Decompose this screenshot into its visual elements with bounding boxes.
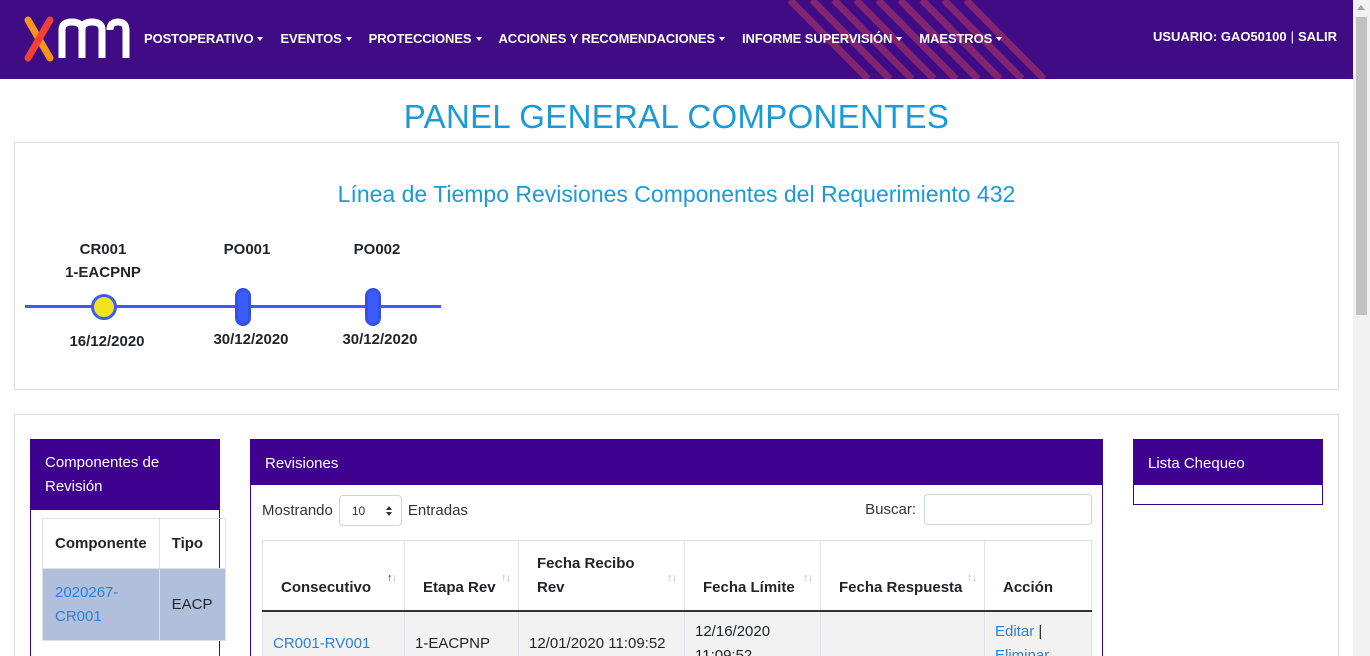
nav-postoperativo[interactable]: POSTOPERATIVO [144, 31, 264, 46]
table-cell: 12/01/2020 11:09:52 [518, 610, 685, 656]
table-row[interactable]: CR001-RV001 1-EACPNP 12/01/2020 11:09:52… [262, 610, 1092, 656]
action-separator: | [1038, 622, 1043, 640]
nav-eventos[interactable]: EVENTOS [280, 31, 352, 46]
revisions-panel-title: Revisiones [251, 440, 1102, 485]
table-cell: Editar | Eliminar [984, 610, 1092, 656]
table-cell: CR001-RV001 [262, 610, 405, 656]
column-header-accion: Acción [984, 540, 1092, 612]
table-cell: 2020267-CR001 [42, 568, 160, 641]
table-cell: 12/16/2020 11:09:52 [684, 610, 821, 656]
components-panel-title: Componentes de Revisión [31, 440, 219, 510]
table-cell: 1-EACPNP [404, 610, 519, 656]
column-header-consecutivo[interactable]: Consecutivo ↑↓ [262, 540, 405, 612]
timeline-point-date: 16/12/2020 [69, 333, 145, 350]
timeline-point-date: 30/12/2020 [342, 331, 418, 348]
checklist-panel: Lista Chequeo [1133, 439, 1323, 505]
caret-down-icon [345, 36, 352, 41]
caret-down-icon [475, 36, 482, 41]
user-label: USUARIO: GAO50100 [1152, 29, 1287, 44]
sort-icon: ↑↓ [967, 571, 977, 584]
select-arrows-icon [385, 505, 392, 516]
caret-down-icon [996, 36, 1003, 41]
main-menu: POSTOPERATIVO EVENTOS PROTECCIONES ACCIO… [144, 31, 1019, 46]
timeline-point-date: 30/12/2020 [213, 331, 289, 348]
timeline-pending-marker[interactable] [235, 288, 251, 326]
show-label: Mostrando [262, 502, 333, 519]
caret-down-icon [719, 36, 726, 41]
edit-link[interactable]: Editar [995, 623, 1034, 640]
xm-logo[interactable] [24, 16, 130, 62]
column-header[interactable]: Tipo [158, 518, 226, 569]
timeline-point-label: PO001 [223, 241, 271, 258]
nav-informe-supervision[interactable]: INFORME SUPERVISIÓN [742, 31, 903, 46]
timeline-pending-marker[interactable] [365, 288, 381, 326]
top-navbar: POSTOPERATIVO EVENTOS PROTECCIONES ACCIO… [0, 0, 1353, 79]
timeline-point-label: PO002 [353, 241, 401, 258]
logout-link[interactable]: SALIR [1298, 29, 1337, 44]
table-cell: EACP [158, 568, 226, 641]
column-header[interactable]: Componente [42, 518, 160, 569]
caret-down-icon [257, 36, 264, 41]
timeline-title: Línea de Tiempo Revisiones Componentes d… [337, 181, 1016, 207]
delete-link[interactable]: Eliminar [995, 647, 1049, 656]
page-size-select[interactable]: 10 [338, 495, 402, 526]
caret-down-icon [896, 36, 903, 41]
components-panel: Componentes de Revisión Componente Tipo … [30, 439, 226, 656]
nav-acciones-recomendaciones[interactable]: ACCIONES Y RECOMENDACIONES [499, 31, 726, 46]
revisions-table: Consecutivo ↑↓ Etapa Rev ↑↓ Fecha Recibo R… [262, 540, 1092, 656]
column-header-fecha-recibo[interactable]: Fecha Recibo Rev ↑↓ [518, 540, 685, 612]
page-title: PANEL GENERAL COMPONENTES [403, 98, 950, 135]
component-link[interactable]: 2020267-CR001 [55, 584, 118, 625]
nav-protecciones[interactable]: PROTECCIONES [369, 31, 482, 46]
table-row[interactable]: 2020267-CR001 EACP [42, 568, 226, 641]
scrollbar-thumb[interactable] [1356, 17, 1367, 315]
components-table: Componente Tipo 2020267-CR001 EACP [42, 518, 226, 641]
timeline-current-marker[interactable] [91, 294, 117, 320]
table-cell [820, 610, 985, 656]
search-control: Buscar: [865, 494, 1092, 525]
column-header-fecha-respuesta[interactable]: Fecha Respuesta ↑↓ [820, 540, 985, 612]
search-label: Buscar: [865, 501, 916, 518]
column-header-fecha-limite[interactable]: Fecha Límite ↑↓ [684, 540, 821, 612]
user-area: USUARIO: GAO50100 | SALIR [1153, 29, 1337, 44]
page-size-control: Mostrando 10 Entradas [262, 495, 468, 526]
revision-link[interactable]: CR001-RV001 [273, 635, 370, 652]
checklist-panel-title: Lista Chequeo [1134, 440, 1322, 485]
entries-label: Entradas [407, 502, 468, 519]
column-header-etapa[interactable]: Etapa Rev ↑↓ [404, 540, 519, 612]
timeline-point-label: CR001 1-EACPNP [65, 241, 141, 281]
sort-icon: ↑↓ [501, 571, 511, 584]
sort-icon: ↑↓ [803, 571, 813, 584]
nav-maestros[interactable]: MAESTROS [919, 31, 1003, 46]
sort-asc-icon: ↑↓ [387, 571, 397, 584]
page-scrollbar[interactable] [1353, 0, 1370, 656]
revisions-panel: Revisiones Mostrando 10 Entradas Buscar:… [250, 439, 1103, 656]
scroll-up-arrow-icon[interactable] [1357, 5, 1365, 10]
user-separator: | [1290, 29, 1294, 44]
search-input[interactable] [924, 494, 1092, 525]
timeline-card: Línea de Tiempo Revisiones Componentes d… [14, 142, 1339, 390]
sort-icon: ↑↓ [667, 571, 677, 584]
